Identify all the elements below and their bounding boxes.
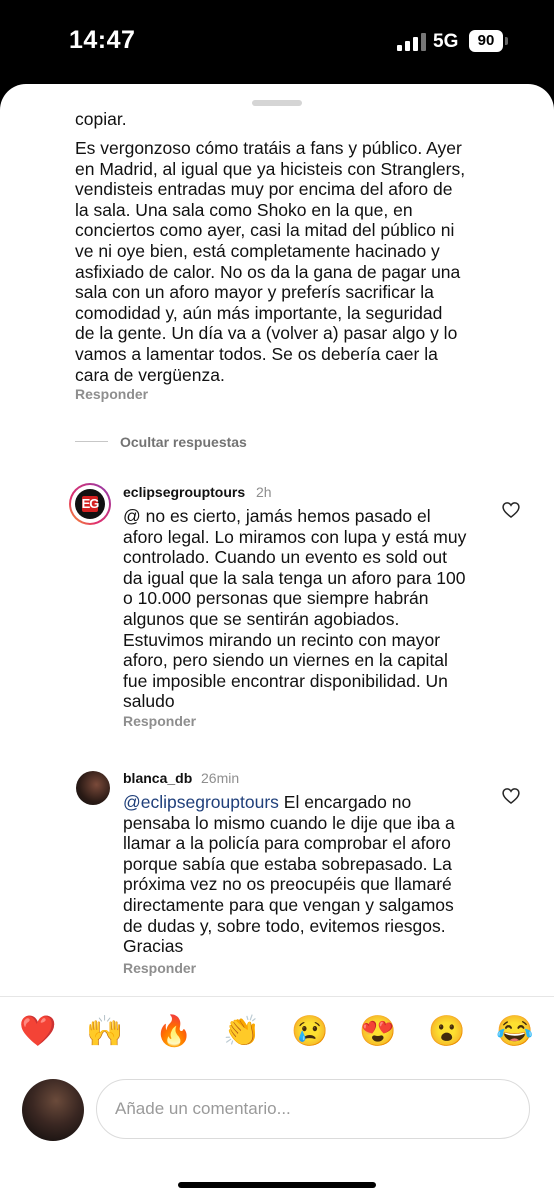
reply-button[interactable]: Responder: [123, 713, 196, 729]
cellular-signal-icon: [397, 33, 427, 51]
heart-icon[interactable]: [501, 786, 521, 806]
reply-text: @ no es cierto, jamás hemos pasado el af…: [123, 506, 467, 712]
reaction-laughing[interactable]: 😂: [495, 1012, 535, 1052]
reply-username[interactable]: blanca_db: [123, 770, 192, 786]
reaction-heart[interactable]: ❤️: [18, 1012, 58, 1052]
reaction-heart-eyes[interactable]: 😍: [358, 1012, 398, 1052]
quick-reactions-bar: ❤️ 🙌 🔥 👏 😢 😍 😮 😂: [0, 1012, 554, 1056]
hide-replies-button[interactable]: Ocultar respuestas: [120, 434, 247, 450]
network-type: 5G: [433, 31, 459, 52]
status-time: 14:47: [69, 26, 136, 54]
reaction-clapping[interactable]: 👏: [222, 1012, 262, 1052]
reaction-raising-hands[interactable]: 🙌: [85, 1012, 125, 1052]
battery-cap: [505, 37, 508, 45]
status-bar: 14:47 5G 90: [0, 0, 554, 84]
current-user-avatar[interactable]: [22, 1079, 84, 1141]
reply-text-body: El encargado no pensaba lo mismo cuando …: [123, 792, 455, 957]
reply-button[interactable]: Responder: [123, 960, 196, 976]
comments-sheet: copiar. Es vergonzoso cómo tratáis a fan…: [0, 84, 554, 1200]
avatar-eclipsegrouptours[interactable]: EG: [69, 483, 111, 525]
battery-icon: 90: [469, 30, 503, 52]
reply-username[interactable]: eclipsegrouptours: [123, 484, 245, 500]
hide-replies-line: [75, 441, 108, 442]
home-indicator[interactable]: [178, 1182, 376, 1188]
avatar-logo-text: EG: [81, 496, 100, 511]
reply-button[interactable]: Responder: [75, 386, 148, 402]
avatar-blanca-db[interactable]: [76, 771, 110, 805]
reaction-surprised[interactable]: 😮: [427, 1012, 467, 1052]
reactions-divider: [0, 996, 554, 997]
comment-text-partial: copiar.: [75, 109, 127, 129]
reaction-crying[interactable]: 😢: [290, 1012, 330, 1052]
reaction-fire[interactable]: 🔥: [154, 1012, 194, 1052]
comment-text: Es vergonzoso cómo tratáis a fans y públ…: [75, 138, 466, 385]
reply-text: @eclipsegrouptours El encargado no pensa…: [123, 792, 493, 957]
reply-timestamp: 26min: [201, 770, 240, 786]
comment-input[interactable]: [96, 1079, 530, 1139]
sheet-grabber-handle[interactable]: [252, 100, 302, 106]
reply-timestamp: 2h: [256, 484, 272, 500]
heart-icon[interactable]: [501, 500, 521, 520]
mention-link[interactable]: @eclipsegrouptours: [123, 792, 279, 812]
